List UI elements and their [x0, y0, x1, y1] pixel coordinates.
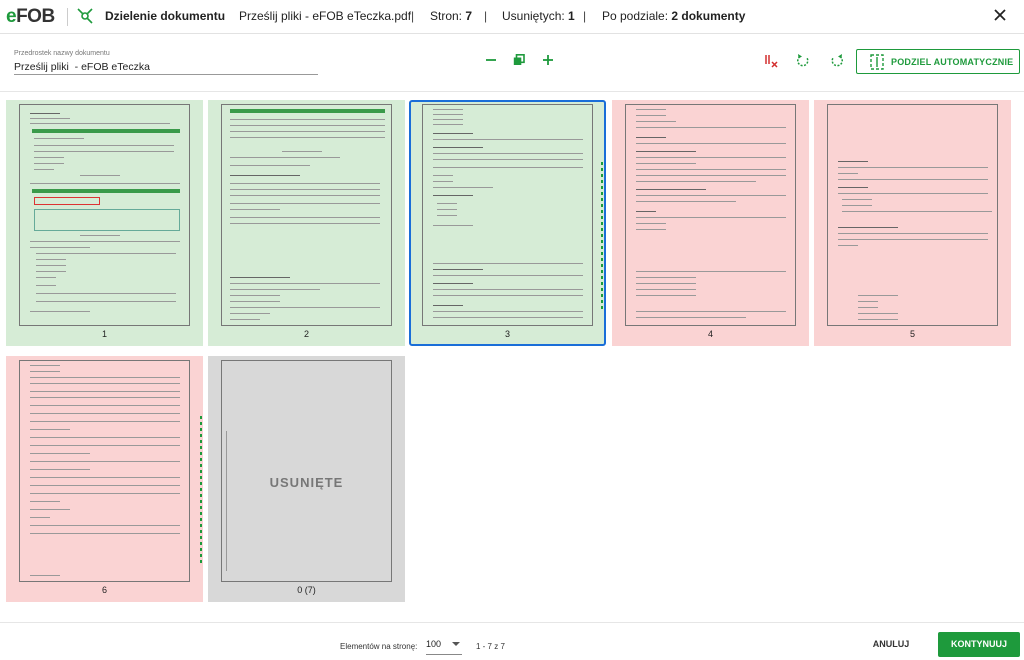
- pages-value: 7: [465, 9, 473, 23]
- cancel-button[interactable]: ANULUJ: [866, 634, 916, 654]
- deleted-value: 1: [568, 9, 575, 23]
- split-marker[interactable]: [200, 416, 202, 566]
- rotate-right-icon: [831, 54, 843, 67]
- deleted-count: Usuniętych: 1: [502, 9, 575, 23]
- split-marker[interactable]: [601, 162, 603, 312]
- deleted-label: Usuniętych:: [502, 9, 565, 23]
- header-separator: |: [583, 9, 587, 23]
- zoom-in-button[interactable]: [539, 51, 557, 69]
- page-preview: [625, 104, 796, 326]
- per-page-select[interactable]: 100: [426, 635, 462, 655]
- page-number: 5: [909, 329, 915, 339]
- minus-icon: [486, 59, 496, 61]
- rotate-right-button[interactable]: [828, 51, 846, 69]
- rotate-left-button[interactable]: [794, 51, 812, 69]
- close-button[interactable]: [991, 5, 1009, 25]
- page-thumbnail-6[interactable]: 6: [6, 356, 203, 602]
- deleted-label: USUNIĘTE: [269, 475, 344, 490]
- continue-button[interactable]: KONTYNUUJ: [938, 632, 1020, 657]
- split-document-icon: [77, 8, 93, 24]
- plus-icon: [543, 55, 553, 65]
- close-icon: [994, 9, 1006, 21]
- page-thumbnail-5[interactable]: 5: [814, 100, 1011, 346]
- after-split-label: Po podziale:: [602, 9, 669, 23]
- page-number: 4: [707, 329, 713, 339]
- header-separator: |: [484, 9, 488, 23]
- name-prefix-label: Przedrostek nazwy dokumentu: [14, 50, 110, 57]
- toolbar: Przedrostek nazwy dokumentu Prześlij pli…: [0, 34, 1024, 92]
- auto-split-button[interactable]: PODZIEL AUTOMATYCZNIE: [856, 49, 1020, 74]
- page-thumbnail-3[interactable]: 3: [409, 100, 606, 346]
- clear-split-button[interactable]: [762, 52, 780, 70]
- page-preview: [827, 104, 998, 326]
- page-thumbnail-deleted[interactable]: USUNIĘTE 0 (7): [208, 356, 405, 602]
- page-number: 3: [504, 329, 510, 339]
- page-thumbnail-2[interactable]: 2: [208, 100, 405, 346]
- page-preview: [19, 104, 190, 326]
- name-prefix-input[interactable]: [14, 59, 318, 75]
- pages-label: Stron:: [430, 9, 463, 23]
- rotate-left-icon: [797, 54, 809, 67]
- auto-split-icon: [870, 54, 884, 70]
- page-thumbnail-4[interactable]: 4: [612, 100, 809, 346]
- after-split-value: 2 dokumenty: [671, 9, 746, 23]
- page-preview: [19, 360, 190, 582]
- after-split-count: Po podziale: 2 dokumenty: [602, 9, 745, 23]
- header-bar: eFOB Dzielenie dokumentu Prześlij pliki …: [0, 0, 1024, 34]
- page-number: 0 (7): [297, 585, 316, 595]
- logo-e: e: [6, 6, 17, 27]
- page-thumbnail-1[interactable]: 1: [6, 100, 203, 346]
- per-page-value: 100: [426, 639, 442, 649]
- page-preview: USUNIĘTE: [221, 360, 392, 582]
- page-number: 6: [101, 585, 107, 595]
- clear-split-icon: [765, 55, 778, 68]
- footer-bar: Elementów na stronę: 100 1 - 7 z 7 ANULU…: [0, 622, 1024, 660]
- page-preview: [221, 104, 392, 326]
- pagination-range: 1 - 7 z 7: [476, 642, 505, 651]
- page-title: Dzielenie dokumentu: [105, 9, 226, 23]
- chevron-down-icon: [452, 642, 460, 646]
- pages-count: Stron: 7: [430, 9, 472, 23]
- page-preview: [422, 104, 593, 326]
- fit-page-button[interactable]: [510, 51, 528, 69]
- page-number: 2: [303, 329, 309, 339]
- logo-divider: [67, 8, 68, 26]
- zoom-out-button[interactable]: [482, 51, 500, 69]
- copy-icon: [513, 54, 525, 65]
- header-separator: |: [411, 9, 415, 23]
- efob-logo: eFOB: [6, 6, 55, 28]
- file-name: Prześlij pliki - eFOB eTeczka.pdf: [239, 9, 412, 23]
- page-number: 1: [101, 329, 107, 339]
- per-page-label: Elementów na stronę:: [340, 642, 418, 651]
- auto-split-label: PODZIEL AUTOMATYCZNIE: [891, 56, 1014, 67]
- logo-fob: FOB: [16, 6, 55, 27]
